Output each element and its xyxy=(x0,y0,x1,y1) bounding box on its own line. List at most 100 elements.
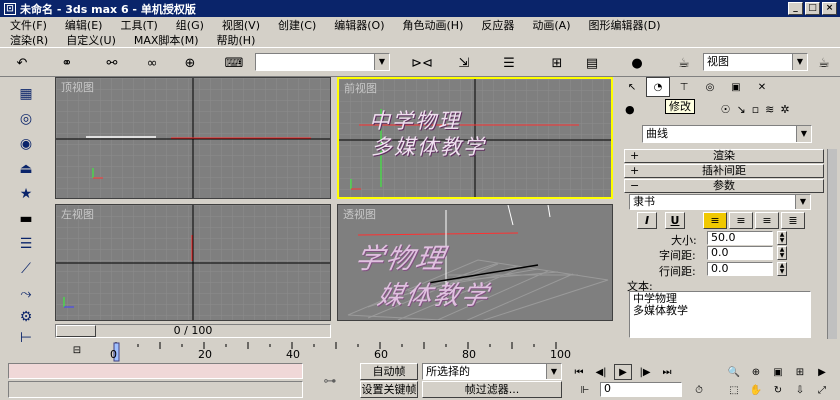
render-scene-icon[interactable]: ☕ xyxy=(672,52,696,74)
arc-rotate-icon[interactable]: ↻ xyxy=(769,382,787,398)
menu-item-8[interactable]: 反应器 xyxy=(481,17,514,33)
select-icon[interactable]: ⊕ xyxy=(178,52,202,74)
time-slider[interactable]: 0 / 100 xyxy=(55,324,331,338)
kerning-input[interactable]: 0.0 xyxy=(707,246,773,260)
align-center-icon[interactable]: ≡ xyxy=(729,212,753,229)
zoom-all-icon[interactable]: ⊕ xyxy=(747,364,765,380)
viewport-top[interactable]: 顶视图 xyxy=(55,77,331,199)
cameras-icon[interactable]: ▫ xyxy=(752,103,759,119)
helpers-icon[interactable]: ≋ xyxy=(765,103,774,119)
size-input[interactable]: 50.0 xyxy=(707,231,773,245)
select-by-name-icon[interactable]: ⌨ xyxy=(222,52,246,74)
zoom-extents-icon[interactable]: ▣ xyxy=(769,364,787,380)
minimize-button[interactable]: _ xyxy=(788,2,803,15)
hierarchy-tab-icon[interactable]: ⊤ xyxy=(672,77,696,97)
next-frame-icon[interactable]: |▶ xyxy=(636,364,654,380)
min-max-toggle-icon[interactable]: ⤢ xyxy=(813,382,831,398)
menu-item-9[interactable]: 动画(A) xyxy=(532,17,570,33)
zoom-extents-all-icon[interactable]: ⊞ xyxy=(791,364,809,380)
display-tab-icon[interactable]: ▣ xyxy=(724,77,748,97)
menu-item-r2-3[interactable]: 帮助(H) xyxy=(217,32,256,48)
text-area[interactable]: 中学物理 多媒体教学 xyxy=(629,291,811,338)
set-key-button[interactable]: 设置关键帧 xyxy=(360,381,418,398)
systems-icon[interactable]: ✲ xyxy=(780,103,789,119)
key-filters-button[interactable]: 帧过滤器... xyxy=(422,381,562,398)
play-icon[interactable]: ▶ xyxy=(614,364,632,380)
font-dropdown[interactable]: 隶书 ▼ xyxy=(629,194,811,210)
pan-icon[interactable]: ✋ xyxy=(747,382,765,398)
bind-space-warp-icon[interactable]: ∞ xyxy=(140,52,164,74)
kerning-spinner[interactable]: ▲ ▼ xyxy=(777,246,787,260)
size-spinner[interactable]: ▲ ▼ xyxy=(777,231,787,245)
key-icon[interactable]: ⊶ xyxy=(310,372,350,390)
params-rollout[interactable]: − 参数 xyxy=(624,179,824,193)
goto-start-icon[interactable]: ⏮ xyxy=(570,364,588,380)
stack-icon[interactable]: ☰ xyxy=(14,233,38,255)
align-left-icon[interactable]: ≡ xyxy=(703,212,727,229)
menu-item-10[interactable]: 图形编辑器(D) xyxy=(588,17,660,33)
viewport-left[interactable]: 左视图 xyxy=(55,204,331,321)
lights-icon[interactable]: ↘ xyxy=(736,103,745,119)
menu-item-1[interactable]: 编辑(E) xyxy=(65,17,103,33)
layer-manager-icon[interactable]: ☰ xyxy=(497,52,521,74)
view-dropdown[interactable]: 视图 ▼ xyxy=(703,53,808,71)
geometry-icon[interactable]: ● xyxy=(625,103,635,119)
menu-item-3[interactable]: 组(G) xyxy=(176,17,204,33)
menu-item-7[interactable]: 角色动画(H) xyxy=(403,17,464,33)
walkthrough-icon[interactable]: ⇩ xyxy=(791,382,809,398)
create-tab-icon[interactable]: ↖ xyxy=(620,77,644,97)
shapes-icon[interactable]: ☉ xyxy=(721,103,731,119)
current-frame-input[interactable]: 0 xyxy=(600,382,682,397)
cone-icon[interactable]: ⏏ xyxy=(14,158,38,180)
utilities-tab-icon[interactable]: ✕ xyxy=(750,77,774,97)
cylinder-icon[interactable]: ◎ xyxy=(14,108,38,130)
object-type-dropdown[interactable]: 曲线 ▼ xyxy=(642,125,812,143)
render-rollout[interactable]: + 渲染 xyxy=(624,149,824,163)
viewport-perspective[interactable]: 透视图 学物理 媒体教学 xyxy=(337,204,613,321)
bend-icon[interactable]: ⤳ xyxy=(14,283,38,305)
menu-item-0[interactable]: 文件(F) xyxy=(10,17,47,33)
lathe-icon[interactable]: ⟋ xyxy=(14,258,38,280)
key-mode-icon[interactable]: ⊩ xyxy=(576,382,594,398)
fov-icon[interactable]: ▶ xyxy=(813,364,831,380)
motion-tab-icon[interactable]: ◎ xyxy=(698,77,722,97)
star-icon[interactable]: ★ xyxy=(14,183,38,205)
menu-item-r2-0[interactable]: 渲染(R) xyxy=(10,32,48,48)
menu-item-5[interactable]: 创建(C) xyxy=(278,17,316,33)
viewport-label-left[interactable]: 左视图 xyxy=(61,206,94,222)
align-justify-icon[interactable]: ≣ xyxy=(781,212,805,229)
box-icon[interactable]: ▦ xyxy=(14,83,38,105)
time-config-icon[interactable]: ⏱ xyxy=(690,382,708,398)
viewport-front[interactable]: 前视图 中学物理 多媒体教学 xyxy=(337,77,613,199)
align-icon[interactable]: ⇲ xyxy=(452,52,476,74)
auto-key-button[interactable]: 自动帧 xyxy=(360,363,418,380)
panel-scrollbar[interactable] xyxy=(827,149,837,339)
sphere-icon[interactable]: ◉ xyxy=(14,133,38,155)
leading-input[interactable]: 0.0 xyxy=(707,262,773,276)
track-bar-icon[interactable]: ⊟ xyxy=(68,342,86,358)
maxscript-listener[interactable] xyxy=(8,363,303,379)
viewport-label-front[interactable]: 前视图 xyxy=(344,80,377,96)
menu-item-6[interactable]: 编辑器(O) xyxy=(334,17,384,33)
menu-item-r2-2[interactable]: MAX脚本(M) xyxy=(134,32,199,48)
menu-item-r2-1[interactable]: 自定义(U) xyxy=(66,32,116,48)
selection-filter-dropdown[interactable]: ▼ xyxy=(255,53,390,71)
interp-rollout[interactable]: + 插补间距 xyxy=(624,164,824,178)
maximize-button[interactable]: □ xyxy=(805,2,820,15)
viewport-label-perspective[interactable]: 透视图 xyxy=(343,206,376,222)
mirror-icon[interactable]: ⊳⊲ xyxy=(410,52,434,74)
quick-render-icon[interactable]: ☕ xyxy=(812,52,836,74)
goto-end-icon[interactable]: ⏭ xyxy=(658,364,676,380)
unlink-icon[interactable]: ⚯ xyxy=(100,52,124,74)
link-icon[interactable]: ⚭ xyxy=(55,52,79,74)
region-zoom-icon[interactable]: ⬚ xyxy=(725,382,743,398)
undo-icon[interactable]: ↶ xyxy=(10,52,34,74)
material-editor-icon[interactable]: ● xyxy=(625,52,649,74)
selection-set-dropdown[interactable]: 所选择的 ▼ xyxy=(422,363,562,380)
prev-frame-icon[interactable]: ◀| xyxy=(592,364,610,380)
settings-icon[interactable]: ⚙ xyxy=(14,306,38,328)
schematic-view-icon[interactable]: ▤ xyxy=(580,52,604,74)
align-right-icon[interactable]: ≡ xyxy=(755,212,779,229)
shape-icon[interactable]: ▬ xyxy=(14,208,38,230)
zoom-icon[interactable]: 🔍 xyxy=(725,364,743,380)
